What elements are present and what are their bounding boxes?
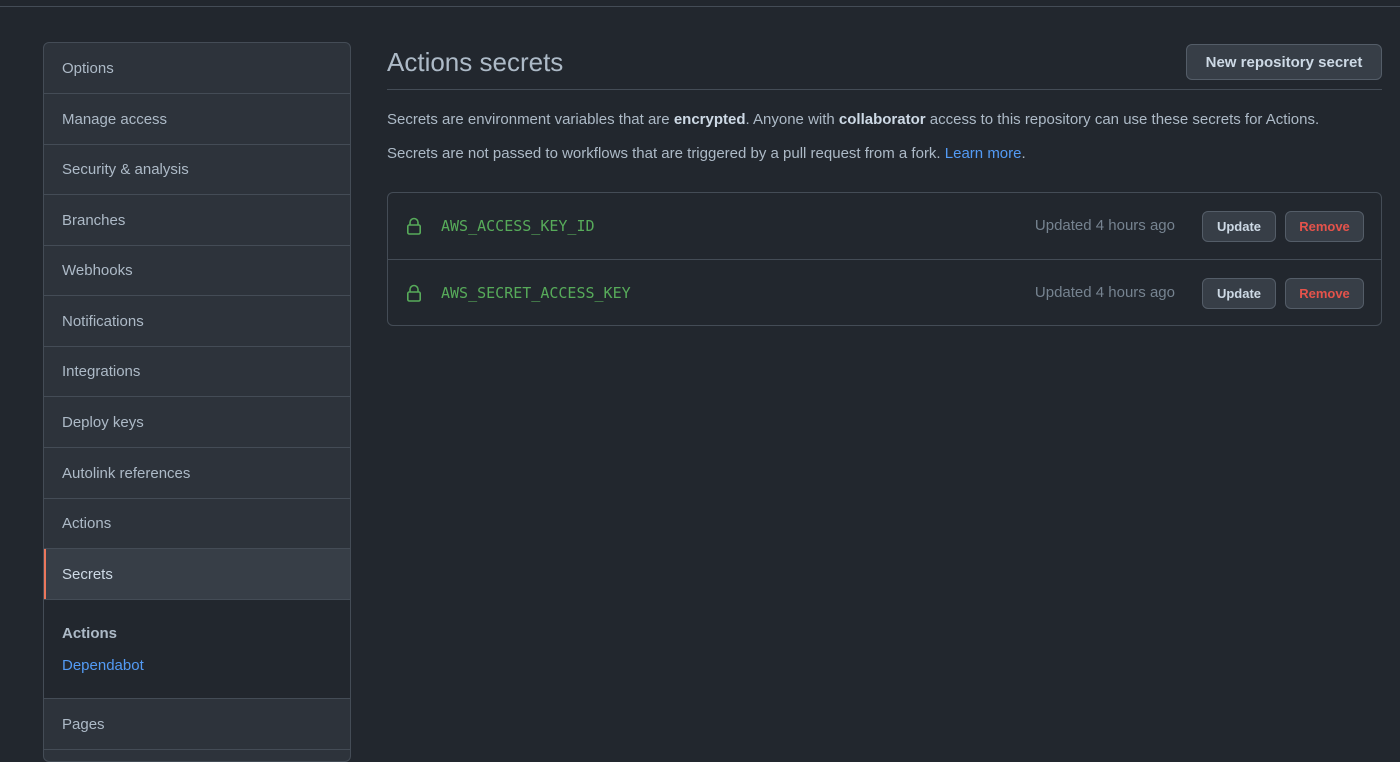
secret-row: AWS_ACCESS_KEY_ID Updated 4 hours ago Up…: [388, 193, 1381, 259]
secret-name: AWS_SECRET_ACCESS_KEY: [441, 284, 631, 302]
sidebar-item-secrets[interactable]: Secrets: [44, 549, 350, 600]
secret-row: AWS_SECRET_ACCESS_KEY Updated 4 hours ag…: [388, 259, 1381, 325]
secret-name: AWS_ACCESS_KEY_ID: [441, 217, 595, 235]
sidebar-item-label: Actions: [62, 514, 112, 532]
fork-note-text: Secrets are not passed to workflows that…: [387, 145, 945, 162]
sidebar-item-label: Notifications: [62, 312, 144, 330]
update-secret-button[interactable]: Update: [1202, 211, 1276, 242]
sidebar-item-label: Options: [62, 59, 114, 77]
sidebar-item-label: Deploy keys: [62, 413, 144, 431]
sidebar-item-security-analysis[interactable]: Security & analysis: [44, 144, 350, 195]
fork-note-period: .: [1021, 145, 1026, 162]
learn-more-link[interactable]: Learn more: [945, 145, 1022, 162]
new-repository-secret-button[interactable]: New repository secret: [1186, 44, 1382, 80]
update-secret-button[interactable]: Update: [1202, 278, 1276, 309]
sidebar-item-label: Autolink references: [62, 464, 191, 482]
page-title: Actions secrets: [387, 47, 564, 77]
secret-updated-time: Updated 4 hours ago: [1034, 284, 1175, 301]
sidebar-item-label: Branches: [62, 211, 126, 229]
desc-text: access to this repository can use these …: [925, 111, 1320, 128]
secret-updated-time: Updated 4 hours ago: [1034, 217, 1175, 234]
desc-bold-encrypted: encrypted: [673, 111, 746, 128]
sidebar-item-label: Integrations: [62, 362, 141, 380]
sidebar-item-label: Manage access: [62, 110, 168, 128]
desc-text: Secrets are environment variables that a…: [387, 111, 674, 128]
sidebar-item-options[interactable]: Options: [44, 43, 350, 94]
sidebar-item-manage-access[interactable]: Manage access: [44, 94, 350, 145]
desc-bold-collaborator: collaborator: [838, 111, 926, 128]
sidebar-item-actions[interactable]: Actions: [44, 498, 350, 549]
lock-icon: [406, 217, 421, 235]
sidebar-item-label: Webhooks: [62, 261, 133, 279]
sidebar-item-autolink-references[interactable]: Autolink references: [44, 448, 350, 499]
sidebar-item-notifications[interactable]: Notifications: [44, 296, 350, 347]
secrets-description: Secrets are environment variables that a…: [387, 111, 1319, 128]
subnav-item-dependabot[interactable]: Dependabot: [62, 657, 144, 674]
header-divider: [0, 6, 1400, 7]
settings-sidebar: Options Manage access Security & analysi…: [43, 42, 351, 762]
sidebar-item-label: Secrets: [62, 565, 113, 583]
lock-icon: [406, 284, 421, 302]
remove-secret-button[interactable]: Remove: [1285, 278, 1364, 309]
sidebar-item-pages[interactable]: Pages: [44, 699, 350, 750]
secrets-list: AWS_ACCESS_KEY_ID Updated 4 hours ago Up…: [387, 192, 1382, 326]
secrets-subnav: Actions Dependabot: [44, 600, 350, 699]
remove-secret-button[interactable]: Remove: [1285, 211, 1364, 242]
sidebar-item-label: Security & analysis: [62, 160, 189, 178]
sidebar-item-integrations[interactable]: Integrations: [44, 346, 350, 397]
desc-text: . Anyone with: [745, 111, 839, 128]
subnav-item-actions[interactable]: Actions: [62, 625, 117, 642]
fork-note: Secrets are not passed to workflows that…: [387, 145, 1026, 162]
sidebar-item-branches[interactable]: Branches: [44, 195, 350, 246]
sidebar-item-webhooks[interactable]: Webhooks: [44, 245, 350, 296]
title-divider: [387, 89, 1382, 90]
sidebar-item-label: Pages: [62, 715, 105, 733]
sidebar-item-deploy-keys[interactable]: Deploy keys: [44, 397, 350, 448]
